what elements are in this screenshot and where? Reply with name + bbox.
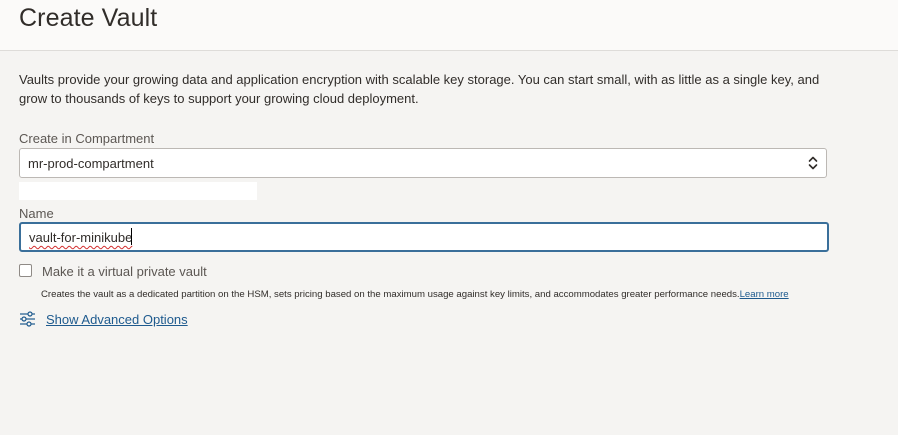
virtual-private-vault-label[interactable]: Make it a virtual private vault [42, 264, 207, 279]
page-title: Create Vault [19, 4, 158, 32]
helper-text: Creates the vault as a dedicated partiti… [41, 289, 740, 300]
show-advanced-options[interactable]: Show Advanced Options [19, 310, 188, 328]
name-label: Name [19, 206, 54, 221]
text-caret [131, 228, 132, 245]
learn-more-link[interactable]: Learn more [740, 289, 789, 300]
virtual-private-vault-helper: Creates the vault as a dedicated partiti… [41, 289, 789, 300]
name-input[interactable] [19, 222, 829, 252]
panel-header: Create Vault [0, 0, 898, 51]
sliders-icon [20, 311, 35, 327]
vault-description: Vaults provide your growing data and app… [19, 72, 820, 106]
name-input-value: vault-for-minikube [29, 230, 133, 245]
virtual-private-vault-checkbox[interactable] [19, 264, 32, 277]
show-advanced-options-link[interactable]: Show Advanced Options [46, 312, 188, 327]
chevron-up-down-icon [808, 156, 818, 170]
compartment-select-value: mr-prod-compartment [28, 156, 154, 171]
compartment-label: Create in Compartment [19, 131, 155, 146]
compartment-select[interactable]: mr-prod-compartment [19, 148, 827, 178]
compartment-path-placeholder [19, 182, 257, 200]
